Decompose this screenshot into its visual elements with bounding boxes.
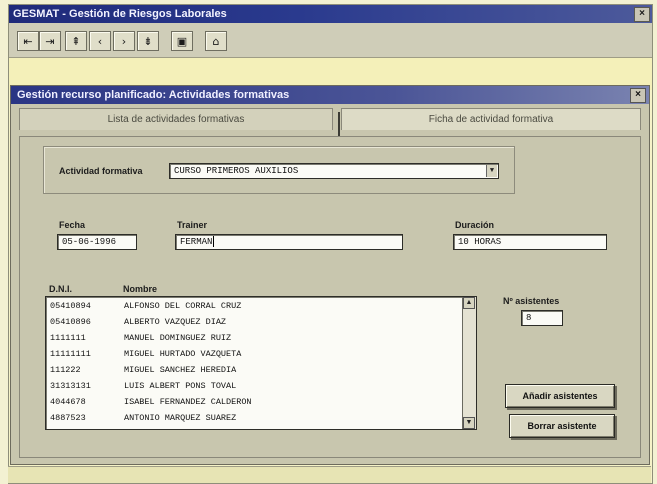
duration-value: 10 HORAS — [458, 237, 502, 247]
next-button[interactable]: › — [113, 31, 135, 51]
scroll-up-icon[interactable]: ▲ — [463, 297, 475, 309]
app-titlebar: GESMAT - Gestión de Riesgos Laborales × — [9, 5, 652, 23]
previous-button[interactable]: ‹ — [89, 31, 111, 51]
name-column-header: Nombre — [123, 284, 158, 294]
duration-label: Duración — [455, 220, 495, 230]
page-up-button[interactable]: ⇞ — [65, 31, 87, 51]
remove-attendee-button[interactable]: Borrar asistente — [509, 414, 615, 438]
text-caret — [213, 236, 215, 248]
last-record-button[interactable]: ⇥ — [39, 31, 61, 51]
status-bar — [8, 466, 651, 483]
list-item[interactable]: 1111111 MANUEL DOMINGUEZ RUIZ — [46, 331, 458, 346]
attendee-name: MIGUEL SANCHEZ HEREDIA — [124, 365, 237, 375]
page-down-button[interactable]: ⇟ — [137, 31, 159, 51]
tab-activity-list[interactable]: Lista de actividades formativas — [19, 108, 333, 130]
list-item[interactable]: 11111111 MIGUEL HURTADO VAZQUETA — [46, 347, 458, 362]
activity-select[interactable]: CURSO PRIMEROS AUXILIOS ▼ — [169, 163, 499, 179]
attendee-dni: 31313131 — [50, 381, 91, 391]
attendee-dni: 4044678 — [50, 397, 86, 407]
previous-icon: ‹ — [97, 35, 103, 48]
exit-icon: ⌂ — [212, 35, 220, 48]
list-item[interactable]: 111222 MIGUEL SANCHEZ HEREDIA — [46, 363, 458, 378]
dni-column-header: D.N.I. — [49, 284, 73, 294]
add-attendees-button[interactable]: Añadir asistentes — [505, 384, 615, 408]
attendee-name: LUIS ALBERT PONS TOVAL — [124, 381, 237, 391]
page-down-icon: ⇟ — [143, 35, 153, 48]
date-field[interactable]: 05-06-1996 — [57, 234, 137, 250]
attendee-dni: 05410894 — [50, 301, 91, 311]
attendee-name: MIGUEL HURTADO VAZQUETA — [124, 349, 242, 359]
first-record-icon: ⇤ — [23, 35, 33, 48]
save-button[interactable]: ▣ — [171, 31, 193, 51]
attendee-dni: 05410896 — [50, 317, 91, 327]
save-icon: ▣ — [176, 35, 188, 48]
list-item[interactable]: 05410894 ALFONSO DEL CORRAL CRUZ — [46, 299, 458, 314]
list-item[interactable]: 4887523 ANTONIO MARQUEZ SUAREZ — [46, 411, 458, 426]
date-value: 05-06-1996 — [62, 237, 117, 247]
list-item[interactable]: 31313131 LUIS ALBERT PONS TOVAL — [46, 379, 458, 394]
duration-field[interactable]: 10 HORAS — [453, 234, 607, 250]
scroll-down-icon[interactable]: ▼ — [463, 417, 475, 429]
tab-strip: Lista de actividades formativas Ficha de… — [19, 108, 641, 136]
attendee-name: ANTONIO MARQUEZ SUAREZ — [124, 413, 237, 423]
attendee-dni: 111222 — [50, 365, 81, 375]
attendee-name: ALBERTO VAZQUEZ DIAZ — [124, 317, 227, 327]
tab-divider — [338, 112, 340, 136]
activity-window: Gestión recurso planificado: Actividades… — [10, 85, 650, 465]
window-title: Gestión recurso planificado: Actividades… — [17, 89, 290, 101]
date-label: Fecha — [59, 220, 86, 230]
attendees-list[interactable]: 05410894 ALFONSO DEL CORRAL CRUZ 05410896 A… — [45, 296, 477, 430]
chevron-down-icon[interactable]: ▼ — [486, 165, 497, 177]
attendee-name: MANUEL DOMINGUEZ RUIZ — [124, 333, 232, 343]
attendee-name: ISABEL FERNANDEZ CALDERON — [124, 397, 252, 407]
list-item[interactable]: 05410896 ALBERTO VAZQUEZ DIAZ — [46, 315, 458, 330]
trainer-value: FERMAN — [180, 237, 213, 247]
activity-value: CURSO PRIMEROS AUXILIOS — [174, 166, 299, 176]
attendees-scrollbar[interactable]: ▲ ▼ — [462, 297, 476, 429]
attendee-dni: 11111111 — [50, 349, 91, 359]
attendees-count-value: 8 — [526, 313, 532, 323]
app-title: GESMAT - Gestión de Riesgos Laborales — [13, 8, 227, 20]
page-up-icon: ⇞ — [71, 35, 81, 48]
tab-activity-card[interactable]: Ficha de actividad formativa — [341, 108, 641, 130]
attendee-dni: 1111111 — [50, 333, 86, 343]
trainer-field[interactable]: FERMAN — [175, 234, 403, 250]
trainer-label: Trainer — [177, 220, 208, 230]
attendee-name: ALFONSO DEL CORRAL CRUZ — [124, 301, 242, 311]
attendees-count-label: Nº asistentes — [503, 296, 560, 306]
attendee-dni: 4887523 — [50, 413, 86, 423]
app-close-button[interactable]: × — [634, 7, 650, 22]
toolbar: ⇤ ⇥ ⇞ ‹ › ⇟ ▣ ⌂ — [9, 23, 652, 58]
window-close-button[interactable]: × — [630, 88, 646, 103]
window-titlebar: Gestión recurso planificado: Actividades… — [11, 86, 649, 104]
attendees-count-field: 8 — [521, 310, 563, 326]
exit-button[interactable]: ⌂ — [205, 31, 227, 51]
list-item[interactable]: 4044678 ISABEL FERNANDEZ CALDERON — [46, 395, 458, 410]
last-record-icon: ⇥ — [45, 35, 55, 48]
activity-label: Actividad formativa — [59, 166, 143, 176]
first-record-button[interactable]: ⇤ — [17, 31, 39, 51]
next-icon: › — [121, 35, 127, 48]
